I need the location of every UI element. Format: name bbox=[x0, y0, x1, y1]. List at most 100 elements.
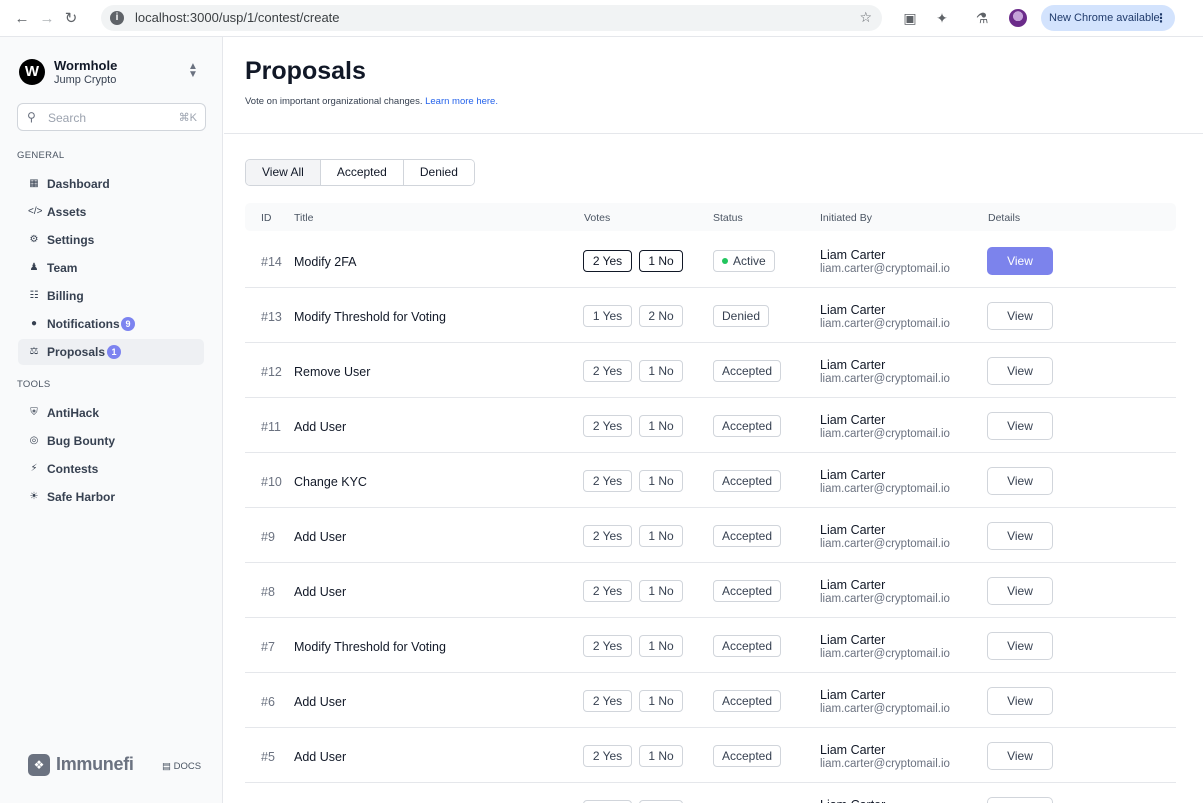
view-button[interactable]: View bbox=[987, 302, 1053, 330]
yes-votes-badge: 2 Yes bbox=[583, 745, 632, 767]
table-row[interactable]: #12 Remove User 2 Yes 1 No Accepted Liam Cart… bbox=[245, 343, 1176, 398]
table-row[interactable]: #10 Change KYC 2 Yes 1 No Accepted Liam Carte… bbox=[245, 453, 1176, 508]
bolt-icon: ⚡ bbox=[30, 463, 38, 474]
star-icon[interactable]: ☆ bbox=[859, 9, 872, 26]
globe-icon: ◎ bbox=[29, 435, 39, 446]
proposal-title: Add User bbox=[294, 420, 347, 434]
menu-dots-icon[interactable]: ⋮ bbox=[1155, 5, 1167, 31]
learn-more-link[interactable]: Learn more here. bbox=[425, 96, 498, 107]
view-button[interactable]: View bbox=[987, 687, 1053, 715]
table-row[interactable]: Liam Carter bbox=[245, 783, 1176, 803]
scale-icon: ⚖ bbox=[29, 346, 39, 357]
initiator-email: liam.carter@cryptomail.io bbox=[820, 263, 950, 275]
initiator-email: liam.carter@cryptomail.io bbox=[820, 703, 950, 715]
page-subtitle: Vote on important organizational changes… bbox=[245, 96, 498, 107]
status-label: Accepted bbox=[722, 584, 773, 598]
sidebar-item-assets[interactable]: </> Assets bbox=[18, 199, 204, 225]
tab-view-all[interactable]: View All bbox=[246, 160, 321, 185]
reload-icon[interactable]: ↻ bbox=[61, 9, 81, 29]
sidebar-item-notifications[interactable]: ● Notifications 9 bbox=[18, 311, 204, 337]
initiator-name: Liam Carter bbox=[820, 743, 886, 757]
cast-icon[interactable]: ▣ bbox=[901, 9, 919, 27]
sidebar-item-contests[interactable]: ⚡ Contests bbox=[18, 456, 204, 482]
proposal-id: #6 bbox=[261, 695, 275, 709]
table-row[interactable]: #11 Add User 2 Yes 1 No Accepted Liam Carter l… bbox=[245, 398, 1176, 453]
sidebar-item-billing[interactable]: ☷ Billing bbox=[18, 283, 204, 309]
status-badge: Accepted bbox=[713, 635, 782, 657]
sidebar-item-label: Settings bbox=[47, 233, 95, 247]
info-icon[interactable]: i bbox=[110, 11, 124, 25]
header-divider bbox=[224, 133, 1203, 134]
bell-icon: ● bbox=[30, 318, 38, 329]
initiator-email: liam.carter@cryptomail.io bbox=[820, 373, 950, 385]
proposals-count-badge: 1 bbox=[107, 345, 121, 359]
yes-votes-badge: 2 Yes bbox=[583, 470, 632, 492]
extensions-icon[interactable]: ✦ bbox=[933, 9, 951, 27]
proposal-title: Add User bbox=[294, 695, 347, 709]
table-row[interactable]: #6 Add User 2 Yes 1 No Accepted Liam Carter li… bbox=[245, 673, 1176, 728]
org-switcher-icon[interactable]: ▲ ▼ bbox=[187, 62, 199, 80]
status-label: Active bbox=[733, 254, 766, 268]
forward-icon[interactable]: → bbox=[37, 9, 57, 29]
back-icon[interactable]: ← bbox=[12, 9, 32, 29]
view-button[interactable]: View bbox=[987, 742, 1053, 770]
table-row[interactable]: #13 Modify Threshold for Voting 1 Yes 2 No D… bbox=[245, 288, 1176, 343]
table-row[interactable]: #7 Modify Threshold for Voting 2 Yes 1 No Ac… bbox=[245, 618, 1176, 673]
view-button[interactable] bbox=[987, 797, 1053, 803]
sidebar-item-proposals[interactable]: ⚖ Proposals 1 bbox=[18, 339, 204, 365]
grid-icon: ▦ bbox=[29, 178, 39, 189]
table-row[interactable]: #8 Add User 2 Yes 1 No Accepted Liam Carter li… bbox=[245, 563, 1176, 618]
view-button[interactable]: View bbox=[987, 467, 1053, 495]
table-header: ID Title Votes Status Initiated By Detai… bbox=[245, 203, 1176, 231]
docs-link[interactable]: ▤ DOCS bbox=[162, 761, 201, 772]
main-content: Proposals Vote on important organization… bbox=[224, 37, 1203, 803]
status-label: Accepted bbox=[722, 474, 773, 488]
docs-label: DOCS bbox=[173, 761, 202, 772]
search-icon: ⚲ bbox=[27, 110, 36, 124]
address-bar[interactable]: i localhost:3000/usp/1/contest/create ☆ bbox=[101, 5, 882, 31]
status-label: Accepted bbox=[722, 529, 773, 543]
table-row[interactable]: #5 Add User 2 Yes 1 No Accepted Liam Carter li… bbox=[245, 728, 1176, 783]
view-button[interactable]: View bbox=[987, 522, 1053, 550]
view-button[interactable]: View bbox=[987, 357, 1053, 385]
initiator-name: Liam Carter bbox=[820, 468, 886, 482]
sidebar-item-team[interactable]: ♟ Team bbox=[18, 255, 204, 281]
org-logo: W bbox=[19, 59, 45, 85]
initiator-email: liam.carter@cryptomail.io bbox=[820, 428, 950, 440]
tab-accepted[interactable]: Accepted bbox=[320, 160, 404, 185]
sidebar-item-safe-harbor[interactable]: ☀ Safe Harbor bbox=[18, 484, 204, 510]
initiator-name: Liam Carter bbox=[820, 248, 886, 262]
column-header-details: Details bbox=[988, 212, 1021, 224]
org-name[interactable]: Wormhole bbox=[54, 58, 117, 73]
update-chrome-button[interactable]: New Chrome available ⋮ bbox=[1041, 5, 1175, 31]
proposal-title: Modify Threshold for Voting bbox=[294, 310, 446, 324]
sidebar-item-antihack[interactable]: ⛨ AntiHack bbox=[18, 400, 204, 426]
search-input[interactable]: ⚲ Search ⌘K bbox=[17, 103, 206, 131]
notifications-count-badge: 9 bbox=[121, 317, 135, 331]
team-icon: ♟ bbox=[29, 262, 39, 273]
table-row[interactable]: #9 Add User 2 Yes 1 No Accepted Liam Carter li… bbox=[245, 508, 1176, 563]
status-label: Accepted bbox=[722, 639, 773, 653]
view-button[interactable]: View bbox=[987, 412, 1053, 440]
proposal-title: Remove User bbox=[294, 365, 371, 379]
sidebar-item-bug-bounty[interactable]: ◎ Bug Bounty bbox=[18, 428, 204, 454]
table-row[interactable]: #14 Modify 2FA 2 Yes 1 No Active Liam Carter l… bbox=[245, 233, 1176, 288]
search-placeholder: Search bbox=[48, 111, 87, 125]
tab-denied[interactable]: Denied bbox=[403, 160, 474, 185]
status-badge: Accepted bbox=[713, 415, 782, 437]
url-text[interactable]: localhost:3000/usp/1/contest/create bbox=[135, 10, 340, 25]
view-button[interactable]: View bbox=[987, 632, 1053, 660]
initiator-email: liam.carter@cryptomail.io bbox=[820, 538, 950, 550]
labs-icon[interactable]: ⚗ bbox=[973, 9, 991, 27]
sidebar-item-settings[interactable]: ⚙ Settings bbox=[18, 227, 204, 253]
status-badge: Accepted bbox=[713, 470, 782, 492]
yes-votes-badge: 2 Yes bbox=[583, 635, 632, 657]
initiator-name: Liam Carter bbox=[820, 798, 885, 803]
profile-avatar[interactable] bbox=[1009, 9, 1027, 27]
view-button[interactable]: View bbox=[987, 577, 1053, 605]
sidebar-item-dashboard[interactable]: ▦ Dashboard bbox=[18, 171, 204, 197]
yes-votes-badge: 2 Yes bbox=[583, 690, 632, 712]
initiator-name: Liam Carter bbox=[820, 688, 886, 702]
no-votes-badge: 1 No bbox=[639, 415, 683, 437]
view-button[interactable]: View bbox=[987, 247, 1053, 275]
